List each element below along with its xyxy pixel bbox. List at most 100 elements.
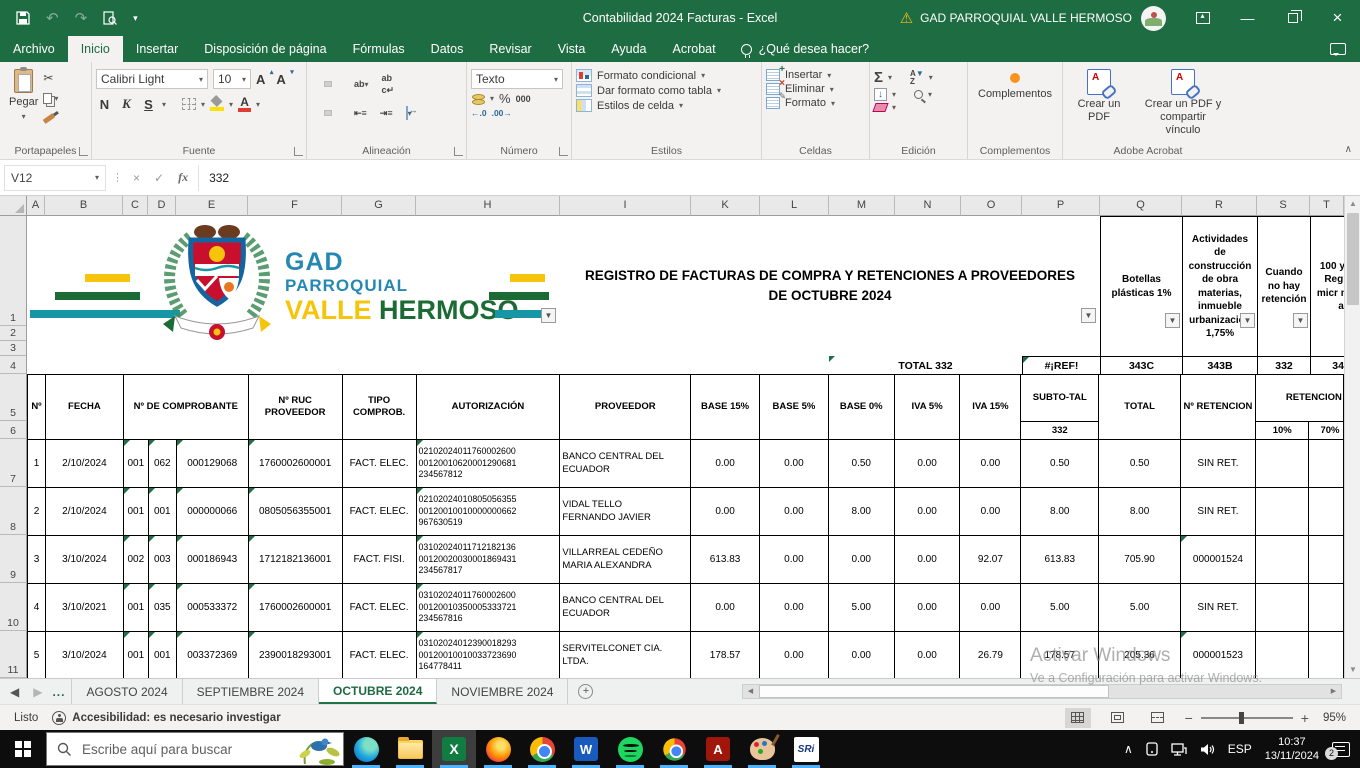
column-header-P[interactable]: P	[1022, 196, 1100, 216]
font-size-select[interactable]: 10▾	[213, 69, 251, 89]
format-painter-button[interactable]	[43, 110, 58, 126]
cell[interactable]: 8.00	[828, 488, 894, 536]
cell[interactable]: 0805056355001	[248, 488, 342, 536]
header-subtotal[interactable]: SUBTO-TAL	[1021, 375, 1099, 422]
header-comprobante[interactable]: Nº DE COMPROBANTE	[123, 375, 248, 440]
align-right-button[interactable]	[337, 110, 345, 116]
format-as-table-button[interactable]: Dar formato como tabla▾	[576, 84, 757, 97]
conditional-formatting-button[interactable]: Formato condicional▾	[576, 69, 757, 82]
cell[interactable]: 26.79	[960, 632, 1021, 679]
taskbar-acrobat-icon[interactable]	[696, 730, 740, 768]
cells-area[interactable]: GAD PARROQUIAL VALLE HERMOSO ▼ REGISTRO …	[27, 216, 1344, 678]
taskbar-search-box[interactable]: Escribe aquí para buscar	[46, 732, 344, 766]
ribbon-tab-ayuda[interactable]: Ayuda	[598, 36, 659, 62]
vertical-scroll-thumb[interactable]	[1347, 213, 1359, 305]
cell[interactable]: 5.00	[1099, 584, 1181, 632]
row-header-1[interactable]: 1	[0, 216, 27, 326]
accessibility-status[interactable]: Accesibilidad: es necesario investigar	[72, 712, 280, 724]
next-sheet-icon[interactable]: ▶	[33, 685, 42, 699]
column-header-F[interactable]: F	[248, 196, 342, 216]
scroll-left-icon[interactable]: ◀	[743, 685, 758, 698]
ribbon-tab-vista[interactable]: Vista	[545, 36, 599, 62]
taskbar-spotify-icon[interactable]	[608, 730, 652, 768]
ribbon-display-options-button[interactable]: ▴	[1180, 0, 1225, 36]
cell[interactable]: 8.00	[1099, 488, 1181, 536]
column-header-E[interactable]: E	[176, 196, 248, 216]
cell[interactable]: SIN RET.	[1180, 488, 1255, 536]
sheet-overflow-button[interactable]: ...	[52, 685, 65, 699]
network-icon[interactable]	[1171, 743, 1187, 756]
cell[interactable]: 3/10/2024	[45, 536, 123, 584]
undo-icon[interactable]: ↶	[46, 11, 59, 26]
ribbon-tab-revisar[interactable]: Revisar	[476, 36, 544, 62]
column-header-M[interactable]: M	[829, 196, 895, 216]
header-total[interactable]: TOTAL	[1099, 375, 1181, 440]
total-332-cell[interactable]: TOTAL 332	[829, 356, 1022, 375]
header-fecha[interactable]: FECHA	[45, 375, 123, 440]
logo-cell[interactable]: GAD PARROQUIAL VALLE HERMOSO ▼	[27, 216, 560, 356]
ribbon-tab-acrobat[interactable]: Acrobat	[660, 36, 729, 62]
tray-expand-icon[interactable]: ∧	[1124, 742, 1133, 756]
cell[interactable]	[1255, 536, 1309, 584]
code-343-cell[interactable]: 343	[1310, 356, 1344, 375]
filter-dropdown-icon[interactable]: ▼	[1293, 313, 1308, 328]
header-base5[interactable]: BASE 5%	[760, 375, 829, 440]
font-name-select[interactable]: Calibri Light▾	[96, 69, 208, 89]
column-header-R[interactable]: R	[1182, 196, 1257, 216]
header-subtotal-332[interactable]: 332	[1021, 422, 1099, 440]
horizontal-scrollbar[interactable]: ◀ ▶	[742, 684, 1342, 699]
increase-indent-button[interactable]: ⇥≡	[376, 104, 397, 122]
cell[interactable]: FACT. ELEC.	[342, 632, 416, 679]
filter-dropdown-icon[interactable]: ▼	[541, 308, 556, 323]
cell[interactable]: 0.00	[760, 632, 829, 679]
zoom-out-button[interactable]: −	[1185, 710, 1193, 726]
cell[interactable]: 705.90	[1099, 536, 1181, 584]
fill-button[interactable]: ↓	[874, 88, 887, 101]
fill-color-icon[interactable]	[210, 97, 224, 111]
cell[interactable]: 5.00	[828, 584, 894, 632]
row-header-9[interactable]: 9	[0, 535, 27, 583]
cell[interactable]: 000000066	[176, 488, 248, 536]
print-preview-icon[interactable]	[103, 11, 117, 25]
cell[interactable]: 0.00	[960, 488, 1021, 536]
italic-button[interactable]: K	[118, 96, 135, 112]
cancel-icon[interactable]: ×	[133, 171, 140, 185]
cell[interactable]: BANCO CENTRAL DELECUADOR	[560, 584, 691, 632]
header-base15[interactable]: BASE 15%	[691, 375, 760, 440]
clear-button[interactable]	[872, 103, 888, 112]
row-header-4[interactable]: 4	[0, 356, 27, 374]
cell[interactable]	[1255, 584, 1309, 632]
cell[interactable]: 3/10/2021	[45, 584, 123, 632]
header-ruc[interactable]: Nº RUC PROVEEDOR	[248, 375, 342, 440]
cell[interactable]: FACT. ELEC.	[342, 488, 416, 536]
cell[interactable]	[1309, 536, 1344, 584]
code-332-cell[interactable]: 332	[1257, 356, 1311, 375]
taskbar-file-explorer-icon[interactable]	[388, 730, 432, 768]
increase-decimal-button[interactable]: ←.0	[471, 108, 487, 118]
zoom-in-button[interactable]: +	[1301, 710, 1309, 726]
cell[interactable]: 000129068	[176, 440, 248, 488]
page-break-view-button[interactable]	[1145, 708, 1171, 728]
align-middle-button[interactable]	[324, 81, 332, 87]
create-share-pdf-button[interactable]: Crear un PDF y compartir vínculo	[1137, 67, 1229, 140]
select-all-corner[interactable]	[0, 196, 27, 216]
scroll-up-icon[interactable]: ▲	[1345, 196, 1360, 212]
taskbar-edge-icon[interactable]	[344, 730, 388, 768]
cell[interactable]: 001	[123, 584, 148, 632]
ribbon-tab-disposici-n-de-p-gina[interactable]: Disposición de página	[191, 36, 339, 62]
cell[interactable]: 001	[123, 632, 148, 679]
tax-header-r[interactable]: Actividades de construcción de obra mate…	[1182, 216, 1258, 357]
tax-header-s[interactable]: Cuando no hay retención ▼	[1257, 216, 1311, 357]
code-343c-cell[interactable]: 343C	[1100, 356, 1183, 375]
zoom-level[interactable]: 95%	[1323, 712, 1346, 724]
sheet-tab-septiembre-2024[interactable]: SEPTIEMBRE 2024	[183, 679, 319, 704]
filter-dropdown-icon[interactable]: ▼	[1165, 313, 1180, 328]
cell[interactable]: 000186943	[176, 536, 248, 584]
column-header-S[interactable]: S	[1257, 196, 1310, 216]
row-header-10[interactable]: 10	[0, 583, 27, 631]
filter-dropdown-icon[interactable]: ▼	[1081, 308, 1096, 323]
tell-me-box[interactable]: ¿Qué desea hacer?	[729, 36, 882, 62]
paste-button[interactable]: Pegar ▾	[4, 67, 43, 126]
format-cells-button[interactable]: Formato▾	[766, 97, 865, 109]
cell[interactable]: SIN RET.	[1180, 584, 1255, 632]
